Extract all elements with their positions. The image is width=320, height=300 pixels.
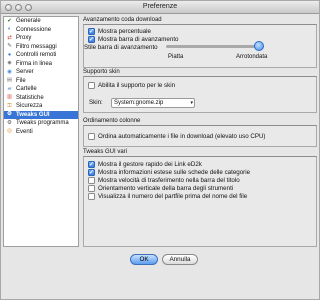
message-filter-icon: ✎ <box>7 43 12 49</box>
window-title: Preferenze <box>142 3 178 10</box>
misc-option-label: Mostra il gestore rapido dei Link eD2k <box>98 161 202 168</box>
misc-option-checkbox[interactable]: Mostra velocità di trasferimento nella b… <box>88 177 240 184</box>
download-queue-title: Avanzamento coda download <box>83 17 162 23</box>
checkbox-mark <box>88 133 95 140</box>
bar-style-slider[interactable] <box>166 45 264 48</box>
show-percent-label: Mostra percentuale <box>98 28 151 35</box>
remote-controls-icon: ● <box>7 51 12 58</box>
sidebar-item-label: Controlli remoti <box>16 52 57 59</box>
sidebar-item-label: Tweaks GUI <box>16 111 50 118</box>
file-icon: ▤ <box>6 77 13 83</box>
server-icon: ◉ <box>7 68 12 75</box>
checkbox-mark <box>88 193 95 200</box>
bar-style-label: Stile barra di avanzamento <box>84 44 158 51</box>
sidebar-item-label: Generale <box>16 18 41 25</box>
proxy-icon: ⇄ <box>7 34 12 41</box>
online-signature-icon: ◆ <box>7 60 12 66</box>
checkbox-mark <box>88 82 95 89</box>
column-sort-box: Ordina automaticamente i file in downloa… <box>83 125 317 147</box>
title-bar: Preferenze <box>1 1 319 14</box>
sidebar-item[interactable]: ◎ Eventi <box>4 128 78 137</box>
connection-icon: ◐ <box>7 26 12 32</box>
sidebar-item-label: Filtro messaggi <box>16 43 57 50</box>
skin-select-value: System:gnome.zip <box>114 100 164 106</box>
sidebar-item[interactable]: ◐ Connessione <box>4 26 78 35</box>
misc-option-checkbox[interactable]: ✓ Mostra il gestore rapido dei Link eD2k <box>88 161 202 168</box>
sidebar-item-label: Tweaks programma <box>16 120 69 127</box>
sidebar-item[interactable]: ✔ Generale <box>4 17 78 26</box>
sidebar-item-label: Proxy <box>16 35 32 42</box>
sidebar-item[interactable]: ⇄ Proxy <box>4 34 78 43</box>
sidebar-item[interactable]: ⚙ Tweaks GUI <box>4 110 78 119</box>
skin-select[interactable]: System:gnome.zip ▾ <box>111 98 195 108</box>
download-queue-box: ✓ Mostra percentuale ✓ Mostra barra di a… <box>83 24 317 68</box>
sidebar-item-label: Sicurezza <box>16 103 43 110</box>
checkbox-mark: ✓ <box>88 36 95 43</box>
sidebar-item[interactable]: ◆ Firma in linea <box>4 60 78 69</box>
column-sort-title: Ordinamento colonne <box>83 118 141 124</box>
ok-button[interactable]: OK <box>130 254 158 265</box>
preferences-sidebar: ✔ Generale ◐ Connessione ⇄ Proxy ✎ Filtro messa… <box>3 16 79 247</box>
skin-box: Abilita il supporto per le skin Skin: Sy… <box>83 76 317 113</box>
sidebar-item-label: Eventi <box>16 128 33 135</box>
tweaks-program-icon: ⚙ <box>7 119 12 126</box>
enable-skin-label: Abilita il supporto per le skin <box>98 82 176 89</box>
folders-icon: ▰ <box>7 85 12 92</box>
preferences-window: Preferenze ✔ Generale ◐ Connessione ⇄ Proxy ✎ F… <box>0 0 320 300</box>
sidebar-item[interactable]: ▥ Statistiche <box>4 94 78 103</box>
sidebar-item-label: Firma in linea <box>16 60 53 67</box>
download-queue-section: Avanzamento coda download ✓ Mostra perce… <box>83 16 317 68</box>
sidebar-item[interactable]: ▤ File <box>4 77 78 86</box>
settings-panel: Avanzamento coda download ✓ Mostra perce… <box>83 16 317 247</box>
checkbox-mark <box>88 185 95 192</box>
checkbox-mark: ✓ <box>88 161 95 168</box>
events-icon: ◎ <box>7 128 12 134</box>
misc-option-checkbox[interactable]: Visualizza il numero del partfile prima … <box>88 193 247 200</box>
auto-sort-label: Ordina automaticamente i file in downloa… <box>98 133 266 140</box>
checkbox-mark: ✓ <box>88 169 95 176</box>
sidebar-item[interactable]: ⚙ Tweaks programma <box>4 119 78 128</box>
checkbox-mark <box>88 177 95 184</box>
skin-section-title: Supporto skin <box>83 69 120 75</box>
sidebar-item-label: File <box>16 77 26 84</box>
security-icon: ⚿ <box>7 102 12 109</box>
sidebar-item-label: Server <box>16 69 34 76</box>
misc-tweaks-section: Tweaks GUI vari ✓ Mostra il gestore rapid… <box>83 148 317 247</box>
misc-option-checkbox[interactable]: Orientamento verticale della barra degli… <box>88 185 233 192</box>
statistics-icon: ▥ <box>6 94 13 100</box>
show-bar-label: Mostra barra di avanzamento <box>98 36 179 43</box>
sidebar-item-label: Connessione <box>16 26 52 33</box>
show-bar-checkbox[interactable]: ✓ Mostra barra di avanzamento <box>88 36 178 43</box>
bar-style-slider-knob[interactable] <box>254 41 264 51</box>
sidebar-item[interactable]: ✎ Filtro messaggi <box>4 43 78 52</box>
enable-skin-checkbox[interactable]: Abilita il supporto per le skin <box>88 82 175 89</box>
sidebar-item[interactable]: ▰ Cartelle <box>4 85 78 94</box>
auto-sort-checkbox[interactable]: Ordina automaticamente i file in downloa… <box>88 133 266 140</box>
column-sort-section: Ordinamento colonne Ordina automaticamen… <box>83 117 317 147</box>
skin-section: Supporto skin Abilita il supporto per le… <box>83 68 317 113</box>
misc-tweaks-box: ✓ Mostra il gestore rapido dei Link eD2k ✓… <box>83 156 317 247</box>
show-percent-checkbox[interactable]: ✓ Mostra percentuale <box>88 28 151 35</box>
slider-min-label: Piatta <box>168 54 184 60</box>
checkbox-mark: ✓ <box>88 28 95 35</box>
sidebar-item-label: Statistiche <box>16 94 44 101</box>
sidebar-item[interactable]: ◉ Server <box>4 68 78 77</box>
tweaks-gui-icon: ⚙ <box>7 111 12 117</box>
sidebar-item-label: Cartelle <box>16 86 37 93</box>
misc-option-label: Orientamento verticale della barra degli… <box>98 185 234 192</box>
sidebar-item[interactable]: ⚿ Sicurezza <box>4 102 78 111</box>
misc-option-label: Mostra informazioni estese sulle schede … <box>98 169 251 176</box>
misc-tweaks-title: Tweaks GUI vari <box>83 149 128 155</box>
cancel-button[interactable]: Annulla <box>162 254 198 265</box>
misc-option-label: Mostra velocità di trasferimento nella b… <box>98 177 240 184</box>
general-icon: ✔ <box>7 17 12 24</box>
misc-option-label: Visualizza il numero del partfile prima … <box>98 193 248 200</box>
misc-option-checkbox[interactable]: ✓ Mostra informazioni estese sulle schede… <box>88 169 250 176</box>
chevron-down-icon: ▾ <box>190 100 193 106</box>
skin-label: Skin: <box>89 99 103 106</box>
sidebar-item[interactable]: ● Controlli remoti <box>4 51 78 60</box>
slider-max-label: Arrotondata <box>236 54 268 60</box>
